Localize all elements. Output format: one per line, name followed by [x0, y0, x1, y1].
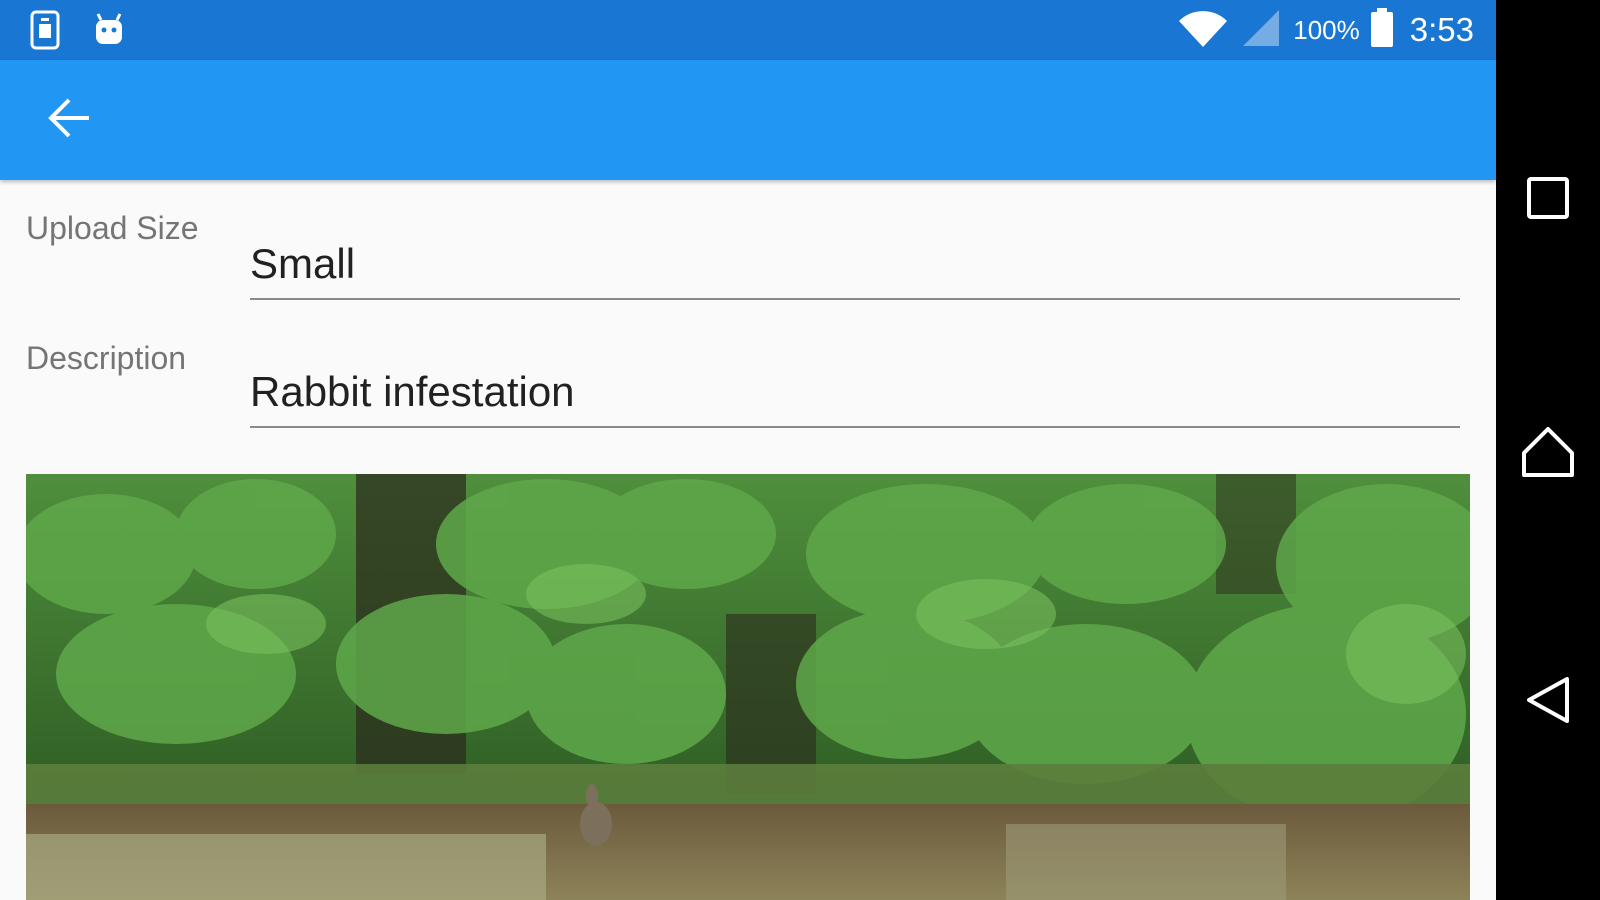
- clock: 3:53: [1409, 11, 1474, 48]
- app-bar: [0, 60, 1496, 180]
- status-notifications: [28, 10, 126, 55]
- wifi-icon: [1177, 7, 1229, 54]
- status-system: 100% 3:53: [1177, 7, 1474, 54]
- android-icon: [92, 10, 126, 55]
- description-label: Description: [26, 340, 187, 376]
- recents-square-icon: [1526, 176, 1570, 225]
- battery-icon: [1370, 7, 1394, 53]
- sim-card-icon: [28, 10, 62, 55]
- back-button[interactable]: [30, 90, 110, 150]
- description-row: Description Rabbit infestation: [0, 310, 1496, 440]
- upload-size-picker[interactable]: Small: [250, 238, 1460, 300]
- home-button[interactable]: [1518, 424, 1578, 484]
- nav-back-button[interactable]: [1518, 672, 1578, 732]
- back-triangle-icon: [1525, 676, 1571, 729]
- upload-size-row: Upload Size Small: [0, 180, 1496, 310]
- home-icon: [1521, 426, 1575, 483]
- navigation-bar: [1496, 0, 1600, 900]
- recents-button[interactable]: [1518, 170, 1578, 230]
- photo-image: [26, 474, 1470, 900]
- upload-size-label: Upload Size: [26, 210, 199, 246]
- app-screen: 100% 3:53 Upload Size Small Description …: [0, 0, 1496, 900]
- signal-icon: [1239, 8, 1283, 53]
- status-bar: 100% 3:53: [0, 0, 1496, 60]
- arrow-back-icon: [47, 97, 93, 144]
- battery-percent: 100%: [1293, 15, 1360, 45]
- description-field[interactable]: Rabbit infestation: [250, 366, 1460, 428]
